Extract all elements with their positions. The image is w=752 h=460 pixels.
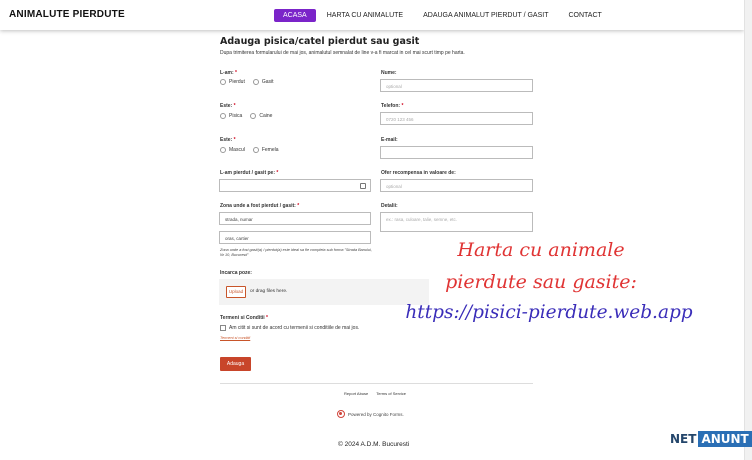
area-input[interactable]: oras, cartier — [219, 231, 371, 244]
terms-of-service-link[interactable]: Terms of Service — [376, 391, 406, 396]
overlay-line-1: Harta cu animale — [457, 239, 625, 261]
phone-label: Telefon: * — [381, 103, 404, 109]
calendar-icon[interactable] — [360, 183, 366, 189]
species-label: Este: * — [220, 103, 236, 109]
terms-checkbox-row[interactable]: Am citit si sunt de acord cu termenii si… — [220, 325, 359, 331]
radio-femela[interactable]: Femela — [252, 147, 279, 153]
radio-pisica[interactable]: Pisica — [220, 113, 242, 119]
form-description: Dupa trimiterea formularului de mai jos,… — [220, 50, 465, 56]
page-scrollbar[interactable] — [744, 0, 752, 460]
date-input[interactable] — [219, 179, 371, 192]
lost-found-radios: Pierdut Gasit — [220, 79, 282, 85]
radio-circle-icon[interactable] — [220, 147, 226, 153]
radio-circle-icon[interactable] — [250, 113, 257, 119]
radio-mascul[interactable]: Mascul — [220, 147, 245, 153]
logo-net-text: NET — [670, 432, 697, 446]
upload-label: Incarca poze: — [220, 270, 252, 276]
overlay-line-2: pierdute sau gasite: — [445, 271, 637, 293]
submit-button[interactable]: Adauga — [220, 357, 251, 371]
radio-pierdut[interactable]: Pierdut — [220, 79, 245, 85]
details-textarea[interactable]: ex.: rasa, culoare, talie, semne, etc. — [380, 212, 533, 232]
nav-item-acasa[interactable]: ACASA — [274, 8, 316, 22]
report-abuse-link[interactable]: Report Abuse — [344, 391, 368, 396]
terms-checkbox[interactable] — [220, 325, 226, 331]
name-label: Nume: — [381, 70, 397, 76]
cognito-logo-icon — [337, 410, 345, 418]
logo-anunt-text: ANUNT — [698, 431, 752, 447]
footer-divider — [220, 383, 533, 384]
sex-radios: Mascul Femela — [220, 147, 287, 153]
email-input[interactable] — [380, 146, 533, 159]
footer-links: Report Abuse Terms of Service — [344, 391, 414, 396]
radio-gasit[interactable]: Gasit — [252, 79, 274, 85]
radio-circle-icon[interactable] — [252, 79, 259, 85]
top-navbar: ANIMALUTE PIERDUTE ACASA HARTA CU ANIMAL… — [0, 0, 744, 30]
details-label: Detalii: — [381, 203, 398, 209]
overlay-url: https://pisici-pierdute.web.app — [405, 302, 693, 323]
radio-circle-icon[interactable] — [252, 147, 259, 153]
name-input[interactable]: optional — [380, 79, 533, 92]
email-label: E-mail: — [381, 137, 398, 143]
phone-input[interactable]: 0720 123 456 — [380, 112, 533, 125]
copyright: © 2024 A.D.M. Bucuresti — [338, 441, 410, 448]
street-input[interactable]: strada, numar — [219, 212, 371, 225]
zone-hint: Zona unde a fost gasit(a) / pierdut(a) e… — [220, 248, 372, 257]
radio-circle-icon[interactable] — [220, 79, 226, 85]
date-label: L-am pierdut / gasit pe: * — [220, 170, 279, 176]
zone-label: Zona unde a fost pierdut / gasit: * — [220, 203, 300, 209]
nav-item-contact[interactable]: CONTACT — [560, 9, 611, 22]
nav-item-harta[interactable]: HARTA CU ANIMALUTE — [318, 9, 412, 22]
terms-label: Termeni si Conditii * — [220, 315, 268, 321]
lost-found-label: L-am: * — [220, 70, 237, 76]
reward-label: Ofer recompensa in valoare de: — [381, 170, 456, 176]
species-radios: Pisica Caine — [220, 113, 280, 119]
netanunt-logo: NET ANUNT — [670, 430, 752, 448]
radio-circle-icon[interactable] — [220, 113, 226, 119]
site-brand[interactable]: ANIMALUTE PIERDUTE — [9, 9, 125, 20]
terms-link[interactable]: Termeni si conditii — [220, 336, 250, 340]
sex-label: Este: * — [220, 137, 236, 143]
form-title: Adauga pisica/catel pierdut sau gasit — [220, 36, 420, 47]
upload-button[interactable]: Upload — [226, 286, 246, 298]
powered-by[interactable]: Powered by Cognito Forms. — [337, 410, 404, 418]
radio-caine[interactable]: Caine — [250, 113, 272, 119]
reward-input[interactable]: optional — [380, 179, 533, 192]
upload-text: or drag files here. — [250, 289, 288, 294]
main-nav: ACASA HARTA CU ANIMALUTE ADAUGA ANIMALUT… — [274, 8, 613, 22]
nav-item-adauga[interactable]: ADAUGA ANIMALUT PIERDUT / GASIT — [414, 9, 557, 22]
